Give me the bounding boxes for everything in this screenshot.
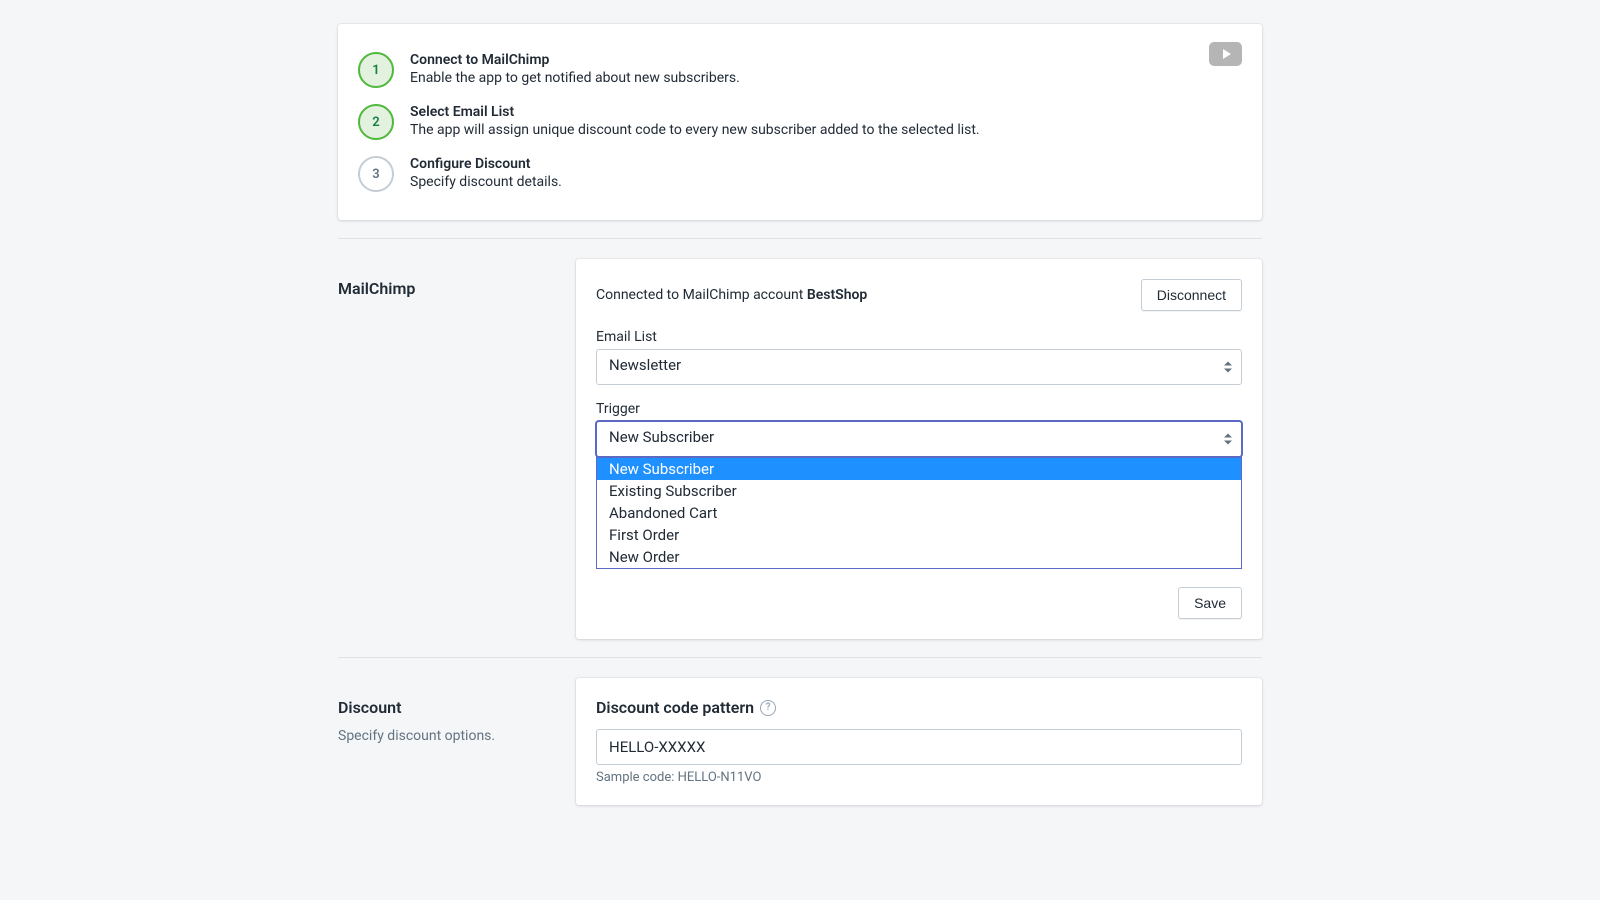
step-title: Select Email List bbox=[410, 104, 980, 120]
trigger-option[interactable]: First Order bbox=[597, 524, 1241, 546]
step-number-badge: 3 bbox=[358, 156, 394, 192]
section-divider bbox=[338, 238, 1262, 239]
discount-panel: Discount code pattern ? Sample code: HEL… bbox=[576, 678, 1262, 805]
step-desc: Enable the app to get notified about new… bbox=[410, 70, 740, 86]
disconnect-button[interactable]: Disconnect bbox=[1141, 279, 1242, 311]
section-desc-discount: Specify discount options. bbox=[338, 727, 556, 747]
email-list-value[interactable]: Newsletter bbox=[596, 349, 1242, 385]
discount-pattern-label: Discount code pattern bbox=[596, 698, 754, 717]
section-title-mailchimp: MailChimp bbox=[338, 279, 556, 298]
trigger-dropdown: New Subscriber Existing Subscriber Aband… bbox=[596, 457, 1242, 569]
trigger-option[interactable]: New Subscriber bbox=[597, 458, 1241, 480]
section-divider bbox=[338, 657, 1262, 658]
mailchimp-panel: Connected to MailChimp account BestShop … bbox=[576, 259, 1262, 639]
onboarding-steps-card: 1 Connect to MailChimp Enable the app to… bbox=[338, 24, 1262, 220]
connected-account-text: Connected to MailChimp account BestShop bbox=[596, 279, 867, 311]
step-row-3: 3 Configure Discount Specify discount de… bbox=[358, 148, 1242, 200]
step-desc: Specify discount details. bbox=[410, 174, 562, 190]
connected-account-name: BestShop bbox=[807, 287, 867, 303]
step-desc: The app will assign unique discount code… bbox=[410, 122, 980, 138]
step-title: Connect to MailChimp bbox=[410, 52, 740, 68]
trigger-option[interactable]: Existing Subscriber bbox=[597, 480, 1241, 502]
discount-pattern-input[interactable] bbox=[596, 729, 1242, 765]
trigger-option[interactable]: Abandoned Cart bbox=[597, 502, 1241, 524]
youtube-icon[interactable] bbox=[1209, 42, 1242, 66]
email-list-select[interactable]: Newsletter bbox=[596, 349, 1242, 385]
trigger-select[interactable]: New Subscriber New Subscriber Existing S… bbox=[596, 421, 1242, 457]
mailchimp-section: MailChimp Connected to MailChimp account… bbox=[338, 259, 1262, 639]
discount-sample-text: Sample code: HELLO-N11VO bbox=[596, 770, 1242, 785]
email-list-label: Email List bbox=[596, 329, 1242, 345]
section-title-discount: Discount bbox=[338, 698, 556, 717]
discount-section: Discount Specify discount options. Disco… bbox=[338, 678, 1262, 805]
step-number-badge: 1 bbox=[358, 52, 394, 88]
help-icon[interactable]: ? bbox=[760, 700, 776, 716]
trigger-label: Trigger bbox=[596, 401, 1242, 417]
trigger-value[interactable]: New Subscriber bbox=[596, 421, 1242, 457]
trigger-option[interactable]: New Order bbox=[597, 546, 1241, 568]
step-title: Configure Discount bbox=[410, 156, 562, 172]
step-row-2: 2 Select Email List The app will assign … bbox=[358, 96, 1242, 148]
save-button[interactable]: Save bbox=[1178, 587, 1242, 619]
connected-prefix: Connected to MailChimp account bbox=[596, 287, 807, 303]
step-row-1: 1 Connect to MailChimp Enable the app to… bbox=[358, 44, 1242, 96]
step-number-badge: 2 bbox=[358, 104, 394, 140]
